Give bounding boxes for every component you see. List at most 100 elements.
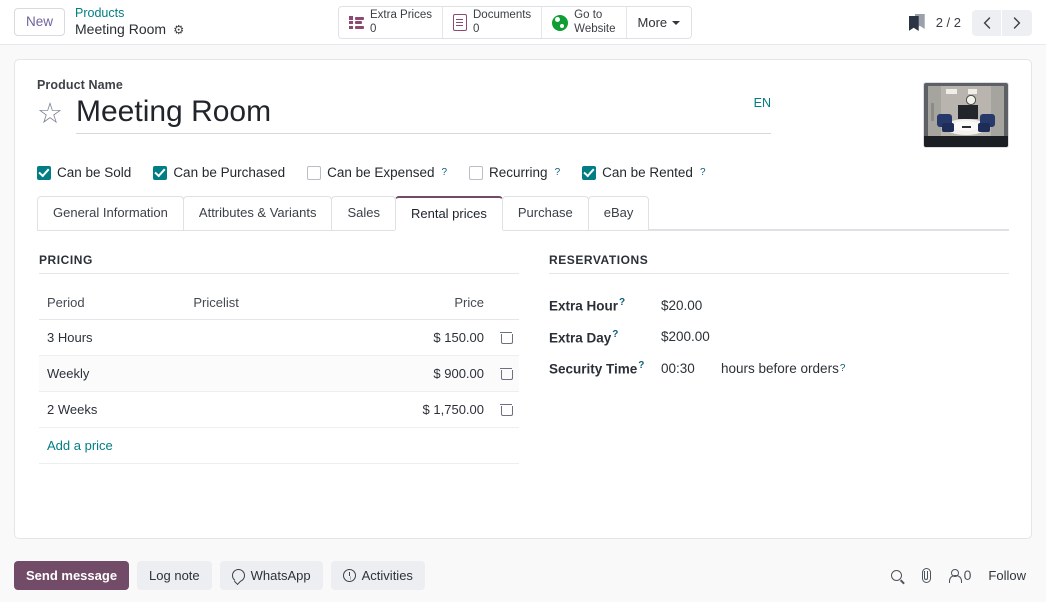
field-value-extra-day[interactable]: $200.00 — [661, 329, 710, 344]
product-name-label: Product Name — [37, 78, 797, 92]
cell-price[interactable]: $ 900.00 — [321, 356, 492, 392]
help-tooltip-icon[interactable]: ? — [638, 360, 644, 371]
field-value-extra-hour[interactable]: $20.00 — [661, 298, 702, 313]
help-tooltip-icon[interactable]: ? — [441, 167, 447, 178]
control-panel: New Products Meeting Room ⚙ Extra Prices… — [0, 0, 1046, 45]
field-value-security-time[interactable]: 00:30 — [661, 361, 721, 376]
cell-pricelist[interactable] — [185, 320, 321, 356]
activities-button[interactable]: Activities — [331, 561, 425, 590]
tab-ebay[interactable]: eBay — [588, 196, 650, 230]
pager-next-button[interactable] — [1002, 10, 1032, 36]
help-tooltip-icon[interactable]: ? — [619, 297, 625, 308]
whatsapp-button[interactable]: WhatsApp — [220, 561, 323, 590]
column-header-price: Price — [321, 290, 492, 320]
help-tooltip-icon[interactable]: ? — [700, 167, 706, 178]
bookmark-icon[interactable] — [909, 14, 925, 31]
checkbox-label: Can be Sold — [57, 165, 131, 180]
trash-icon[interactable] — [500, 367, 511, 379]
checkbox-item-can-be-purchased[interactable]: Can be Purchased — [153, 165, 285, 180]
pricing-title: PRICING — [39, 253, 519, 274]
checkbox-can-be-rented[interactable] — [582, 166, 596, 180]
checkbox-label: Can be Expensed — [327, 165, 434, 180]
add-price-row[interactable]: Add a price — [39, 428, 519, 464]
checkbox-item-recurring[interactable]: Recurring ? — [469, 165, 560, 180]
checkbox-can-be-expensed[interactable] — [307, 166, 321, 180]
product-name-input[interactable] — [76, 94, 771, 130]
cell-price[interactable]: $ 150.00 — [321, 320, 492, 356]
globe-icon — [552, 15, 568, 31]
pricing-table-body: 3 Hours $ 150.00 Weekly $ 900.00 — [39, 320, 519, 464]
field-security-time: Security Time? 00:30 hours before orders… — [549, 353, 1009, 385]
checkbox-item-can-be-expensed[interactable]: Can be Expensed ? — [307, 165, 447, 180]
follow-button[interactable]: Follow — [988, 568, 1026, 583]
help-tooltip-icon[interactable]: ? — [840, 363, 846, 374]
pricing-section: PRICING Period Pricelist Price — [39, 253, 519, 464]
cell-period[interactable]: Weekly — [39, 356, 185, 392]
tab-attributes-variants[interactable]: Attributes & Variants — [183, 196, 333, 230]
language-badge-en[interactable]: EN — [754, 96, 771, 110]
stat-button-go-to-website[interactable]: Go to Website — [542, 7, 626, 38]
more-label: More — [638, 15, 668, 30]
tab-rental-prices[interactable]: Rental prices — [395, 196, 503, 230]
product-image-thumbnail[interactable] — [923, 82, 1009, 148]
checkbox-can-be-purchased[interactable] — [153, 166, 167, 180]
field-label-text: Extra Day — [549, 330, 611, 345]
checkbox-label: Can be Purchased — [173, 165, 285, 180]
checkbox-item-can-be-rented[interactable]: Can be Rented ? — [582, 165, 705, 180]
gear-icon[interactable]: ⚙ — [173, 24, 184, 37]
followers-button[interactable]: 0 — [949, 567, 972, 583]
cell-period[interactable]: 3 Hours — [39, 320, 185, 356]
cell-delete — [492, 356, 519, 392]
breadcrumb-parent-products[interactable]: Products — [75, 5, 184, 21]
help-tooltip-icon[interactable]: ? — [555, 167, 561, 178]
followers-count: 0 — [964, 567, 972, 583]
stat-label: Extra Prices — [370, 9, 432, 22]
table-row[interactable]: 2 Weeks $ 1,750.00 — [39, 392, 519, 428]
cell-pricelist[interactable] — [185, 392, 321, 428]
send-message-button[interactable]: Send message — [14, 561, 129, 590]
field-suffix-security-time: hours before orders — [721, 361, 839, 376]
pager: 2 / 2 — [909, 0, 1032, 45]
checkbox-recurring[interactable] — [469, 166, 483, 180]
attachments-button[interactable] — [919, 568, 932, 582]
add-a-price-link[interactable]: Add a price — [47, 438, 113, 453]
pager-buttons — [972, 10, 1032, 36]
more-dropdown-button[interactable]: More — [627, 7, 692, 38]
tab-sales[interactable]: Sales — [331, 196, 396, 230]
tab-purchase[interactable]: Purchase — [502, 196, 589, 230]
tab-general-information[interactable]: General Information — [37, 196, 184, 230]
whatsapp-label: WhatsApp — [251, 568, 311, 583]
field-label-text: Security Time — [549, 362, 637, 377]
field-label-text: Extra Hour — [549, 299, 618, 314]
trash-icon[interactable] — [500, 403, 511, 415]
sheet-wrapper: Product Name ☆ EN — [0, 45, 1046, 539]
cell-delete — [492, 392, 519, 428]
list-icon — [349, 16, 364, 29]
trash-icon[interactable] — [500, 331, 511, 343]
paperclip-icon — [919, 568, 932, 582]
stat-button-documents[interactable]: Documents 0 — [443, 7, 542, 38]
checkbox-can-be-sold[interactable] — [37, 166, 51, 180]
cell-price[interactable]: $ 1,750.00 — [321, 392, 492, 428]
star-outline-icon[interactable]: ☆ — [37, 100, 63, 129]
pager-previous-button[interactable] — [972, 10, 1002, 36]
checkbox-item-can-be-sold[interactable]: Can be Sold — [37, 165, 131, 180]
chatter-follow-zone: 0 Follow — [891, 567, 1032, 583]
meeting-room-photo — [924, 83, 1008, 147]
cell-pricelist[interactable] — [185, 356, 321, 392]
new-button[interactable]: New — [14, 8, 65, 36]
log-note-button[interactable]: Log note — [137, 561, 212, 590]
notebook-tabs: General Information Attributes & Variant… — [37, 196, 1009, 231]
stat-button-extra-prices[interactable]: Extra Prices 0 — [339, 7, 443, 38]
cell-period[interactable]: 2 Weeks — [39, 392, 185, 428]
clock-icon — [343, 569, 356, 582]
reservations-section: RESERVATIONS Extra Hour? $20.00 Extra Da… — [549, 253, 1009, 464]
help-tooltip-icon[interactable]: ? — [612, 329, 618, 340]
breadcrumb: New Products Meeting Room ⚙ — [14, 5, 184, 39]
column-header-actions — [492, 290, 519, 320]
search-messages-button[interactable] — [891, 570, 902, 581]
product-name-input-wrap: EN — [76, 94, 771, 134]
table-row[interactable]: Weekly $ 900.00 — [39, 356, 519, 392]
column-header-period: Period — [39, 290, 185, 320]
table-row[interactable]: 3 Hours $ 150.00 — [39, 320, 519, 356]
